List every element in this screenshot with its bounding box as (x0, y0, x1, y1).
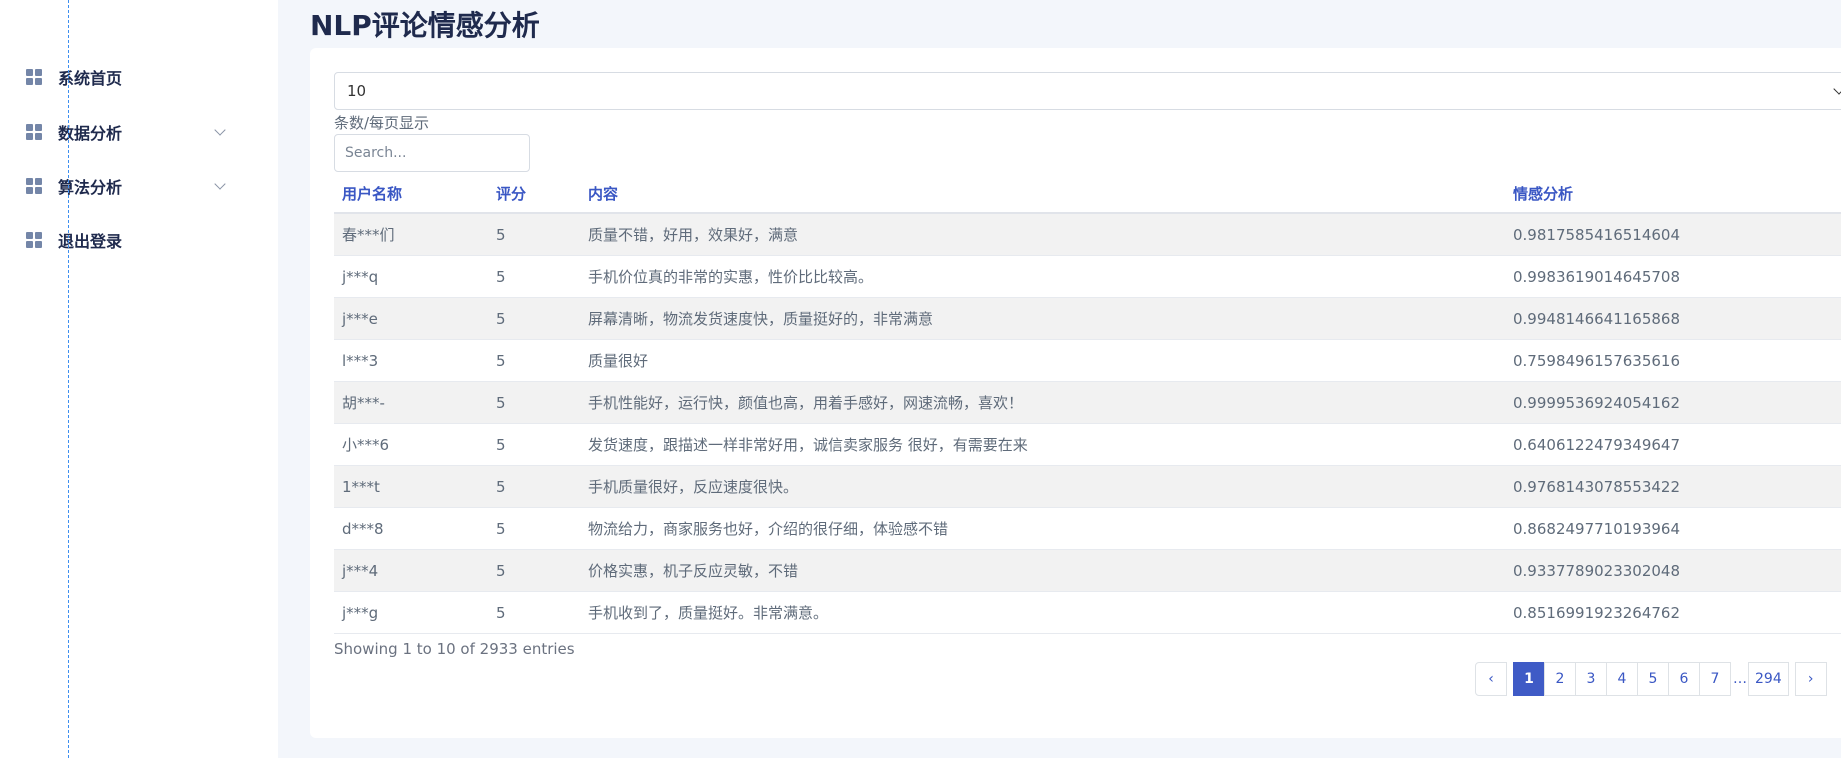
sidebar-item-logout[interactable]: 退出登录 (26, 225, 236, 255)
column-header-sentiment[interactable]: 情感分析 (1505, 174, 1841, 214)
cell-rating: 5 (488, 381, 580, 424)
cell-content: 质量不错，好用，效果好，满意 (580, 213, 1505, 256)
chevron-down-icon (214, 124, 226, 136)
cell-sentiment: 0.9983619014645708 (1505, 255, 1841, 298)
cell-rating: 5 (488, 465, 580, 508)
pagination-page-button[interactable]: 2 (1544, 662, 1576, 696)
page-size-select[interactable]: 10 (334, 72, 1841, 110)
table-row: 1***t 5 手机质量很好，反应速度很快。 0.976814307855342… (334, 465, 1841, 508)
pagination-prev-button[interactable]: ‹ (1475, 662, 1507, 696)
table-row: l***3 5 质量很好 0.7598496157635616 (334, 339, 1841, 382)
page-size-label: 条数/每页显示 (334, 114, 430, 132)
grid-icon (26, 124, 42, 140)
chevron-down-icon (214, 178, 226, 190)
cell-sentiment: 0.9948146641165868 (1505, 297, 1841, 340)
pagination-page-button[interactable]: 7 (1699, 662, 1731, 696)
guide-line (68, 0, 69, 758)
table-row: 胡***- 5 手机性能好，运行快，颜值也高，用着手感好，网速流畅，喜欢！ 0.… (334, 381, 1841, 424)
cell-content: 手机收到了，质量挺好。非常满意。 (580, 591, 1505, 634)
cell-content: 价格实惠，机子反应灵敏，不错 (580, 549, 1505, 592)
cell-rating: 5 (488, 591, 580, 634)
sidebar-item-data-analysis[interactable]: 数据分析 (26, 117, 236, 147)
grid-icon (26, 232, 42, 248)
cell-rating: 5 (488, 339, 580, 382)
cell-content: 手机性能好，运行快，颜值也高，用着手感好，网速流畅，喜欢！ (580, 381, 1505, 424)
pagination-page-button[interactable]: 5 (1637, 662, 1669, 696)
comments-table: 用户名称 评分 内容 情感分析 春***们 5 质量不错，好用，效果好，满意 0… (334, 174, 1841, 634)
pagination: ‹ 1 2 3 4 5 6 7 … 294 › (1475, 662, 1827, 696)
cell-sentiment: 0.6406122479349647 (1505, 423, 1841, 466)
pagination-last-page-button[interactable]: 294 (1748, 662, 1789, 696)
table-row: d***8 5 物流给力，商家服务也好，介绍的很仔细，体验感不错 0.86824… (334, 507, 1841, 550)
cell-sentiment: 0.8516991923264762 (1505, 591, 1841, 634)
cell-rating: 5 (488, 213, 580, 256)
grid-icon (26, 69, 42, 85)
content-card: 10 条数/每页显示 用户名称 评分 内容 情感分析 春***们 5 质量不错，… (310, 48, 1841, 738)
cell-username: 春***们 (334, 213, 488, 256)
chevron-down-icon (1833, 83, 1841, 95)
cell-rating: 5 (488, 423, 580, 466)
column-header-username[interactable]: 用户名称 (334, 174, 488, 214)
pagination-page-button[interactable]: 4 (1606, 662, 1638, 696)
cell-rating: 5 (488, 507, 580, 550)
pagination-page-button[interactable]: 3 (1575, 662, 1607, 696)
pagination-page-button[interactable]: 1 (1513, 662, 1545, 696)
pagination-ellipsis: … (1731, 662, 1749, 696)
cell-content: 质量很好 (580, 339, 1505, 382)
cell-rating: 5 (488, 549, 580, 592)
cell-username: j***q (334, 255, 488, 298)
cell-username: j***e (334, 297, 488, 340)
table-row: j***e 5 屏幕清晰，物流发货速度快，质量挺好的，非常满意 0.994814… (334, 297, 1841, 340)
grid-icon (26, 178, 42, 194)
cell-username: j***4 (334, 549, 488, 592)
cell-sentiment: 0.9999536924054162 (1505, 381, 1841, 424)
page-size-value: 10 (347, 82, 367, 100)
cell-content: 物流给力，商家服务也好，介绍的很仔细，体验感不错 (580, 507, 1505, 550)
cell-username: l***3 (334, 339, 488, 382)
cell-sentiment: 0.9337789023302048 (1505, 549, 1841, 592)
table-row: j***g 5 手机收到了，质量挺好。非常满意。 0.8516991923264… (334, 591, 1841, 634)
cell-username: 小***6 (334, 423, 488, 466)
column-header-content[interactable]: 内容 (580, 174, 1505, 214)
cell-sentiment: 0.9817585416514604 (1505, 213, 1841, 256)
search-input[interactable] (334, 134, 530, 172)
cell-username: d***8 (334, 507, 488, 550)
table-info: Showing 1 to 10 of 2933 entries (334, 640, 575, 658)
cell-sentiment: 0.8682497710193964 (1505, 507, 1841, 550)
cell-username: j***g (334, 591, 488, 634)
table-row: j***q 5 手机价位真的非常的实惠，性价比比较高。 0.9983619014… (334, 255, 1841, 298)
cell-sentiment: 0.7598496157635616 (1505, 339, 1841, 382)
cell-content: 屏幕清晰，物流发货速度快，质量挺好的，非常满意 (580, 297, 1505, 340)
sidebar-item-algorithm-analysis[interactable]: 算法分析 (26, 171, 236, 201)
column-header-rating[interactable]: 评分 (488, 174, 580, 214)
cell-rating: 5 (488, 255, 580, 298)
table-row: 春***们 5 质量不错，好用，效果好，满意 0.981758541651460… (334, 213, 1841, 256)
pagination-next-button[interactable]: › (1794, 662, 1827, 696)
table-header-row: 用户名称 评分 内容 情感分析 (334, 174, 1841, 214)
cell-rating: 5 (488, 297, 580, 340)
table-row: 小***6 5 发货速度，跟描述一样非常好用，诚信卖家服务 很好，有需要在来 0… (334, 423, 1841, 466)
cell-content: 手机价位真的非常的实惠，性价比比较高。 (580, 255, 1505, 298)
sidebar: 系统首页 数据分析 算法分析 退出登录 (0, 0, 278, 758)
cell-content: 发货速度，跟描述一样非常好用，诚信卖家服务 很好，有需要在来 (580, 423, 1505, 466)
cell-username: 1***t (334, 465, 488, 508)
cell-content: 手机质量很好，反应速度很快。 (580, 465, 1505, 508)
cell-username: 胡***- (334, 381, 488, 424)
pagination-page-button[interactable]: 6 (1668, 662, 1700, 696)
table-row: j***4 5 价格实惠，机子反应灵敏，不错 0.933778902330204… (334, 549, 1841, 592)
page-title: NLP评论情感分析 (310, 9, 540, 42)
cell-sentiment: 0.9768143078553422 (1505, 465, 1841, 508)
sidebar-item-home[interactable]: 系统首页 (26, 62, 236, 92)
